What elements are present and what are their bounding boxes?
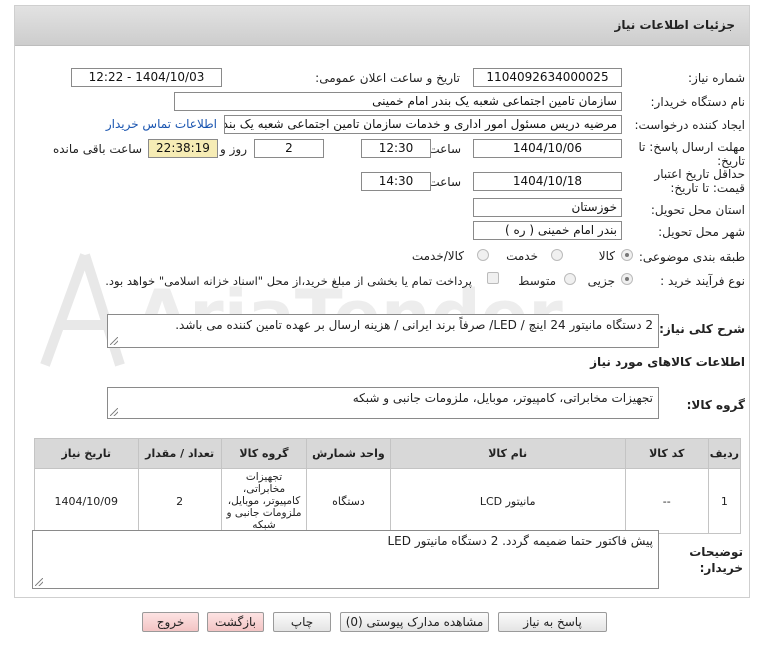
deadline-label-2: تاریخ: xyxy=(717,154,745,168)
col-qty-header: تعداد / مقدار xyxy=(137,438,222,469)
cell-unit: دستگاه xyxy=(306,468,391,534)
buyer-label: نام دستگاه خریدار: xyxy=(650,95,746,109)
col-unit-header: واحد شمارش xyxy=(306,438,391,469)
category-goods-service-label: کالا/خدمت xyxy=(411,249,464,263)
remaining-time-field: 22:38:19 xyxy=(148,139,218,158)
description-textarea[interactable]: 2 دستگاه مانیتور 24 اینچ / LED/ صرفاً بر… xyxy=(107,314,659,348)
cell-code: -- xyxy=(624,468,709,534)
announce-label: تاریخ و ساعت اعلان عمومی: xyxy=(315,71,460,85)
deadline-date-field: 1404/10/06 xyxy=(473,139,622,158)
category-goods-label: کالا xyxy=(598,249,615,263)
validity-label-2: قیمت: تا تاریخ: xyxy=(670,181,745,195)
col-group-header: گروه کالا xyxy=(220,438,308,469)
attachments-button[interactable]: مشاهده مدارک پیوستی (0) xyxy=(340,612,489,632)
goods-group-text: تجهیزات مخابراتی، کامپیوتر، موبایل، ملزو… xyxy=(352,391,653,405)
need-number-field: 1104092634000025 xyxy=(473,68,622,87)
table-row: 1 -- مانیتور LCD دستگاه تجهیزات مخابراتی… xyxy=(34,468,742,534)
goods-group-label: گروه کالا: xyxy=(686,398,745,412)
need-number-label: شماره نیاز: xyxy=(688,71,745,85)
buyer-field: سازمان تامین اجتماعی شعبه یک بندر امام خ… xyxy=(174,92,622,111)
announce-field: 1404/10/03 - 12:22 xyxy=(71,68,222,87)
process-minor-radio[interactable] xyxy=(621,273,633,285)
goods-section-title: اطلاعات کالاهای مورد نیاز xyxy=(590,355,745,369)
cell-date: 1404/10/09 xyxy=(34,468,139,534)
process-minor-label: جزیی xyxy=(587,274,615,288)
notes-label: توضیحات xyxy=(689,545,743,559)
category-service-label: خدمت xyxy=(506,249,538,263)
exit-button[interactable]: خروج xyxy=(142,612,199,632)
description-label: شرح کلی نیاز: xyxy=(659,322,745,336)
deadline-label: مهلت ارسال پاسخ: تا xyxy=(638,140,745,154)
resize-grip-icon[interactable] xyxy=(35,578,43,586)
goods-group-textarea[interactable]: تجهیزات مخابراتی، کامپیوتر، موبایل، ملزو… xyxy=(107,387,659,419)
category-goods-radio[interactable] xyxy=(621,249,633,261)
col-date-header: تاریخ نیاز xyxy=(34,438,139,469)
resize-grip-icon[interactable] xyxy=(110,337,118,345)
cell-group: تجهیزات مخابراتی، کامپیوتر، موبایل، ملزو… xyxy=(220,468,308,534)
category-label: طبقه بندی موضوعی: xyxy=(638,250,745,264)
validity-date-field: 1404/10/18 xyxy=(473,172,622,191)
province-label: استان محل تحویل: xyxy=(650,203,745,217)
panel-header: جزئیات اطلاعات نیاز xyxy=(15,6,749,46)
treasury-payment-checkbox[interactable] xyxy=(487,272,499,284)
buyer-contact-link[interactable]: اطلاعات تماس خریدار xyxy=(106,117,217,131)
city-field: بندر امام خمینی ( ره ) xyxy=(473,221,622,240)
remaining-label: ساعت باقی مانده xyxy=(52,142,142,156)
validity-time-field: 14:30 xyxy=(361,172,431,191)
category-service-radio[interactable] xyxy=(551,249,563,261)
category-goods-service-radio[interactable] xyxy=(477,249,489,261)
table-header-row: ردیف کد کالا نام کالا واحد شمارش گروه کا… xyxy=(34,438,742,469)
notes-text: پیش فاکتور حتما ضمیمه گردد. 2 دستگاه مان… xyxy=(387,534,654,548)
col-row-header: ردیف xyxy=(707,438,742,469)
treasury-payment-note: پرداخت تمام یا بخشی از مبلغ خرید،از محل … xyxy=(105,274,472,288)
print-button[interactable]: چاپ xyxy=(273,612,331,632)
notes-textarea[interactable]: پیش فاکتور حتما ضمیمه گردد. 2 دستگاه مان… xyxy=(32,530,659,589)
validity-time-label: ساعت xyxy=(428,175,461,189)
province-field: خوزستان xyxy=(473,198,622,217)
validity-label: حداقل تاریخ اعتبار xyxy=(654,167,745,181)
col-code-header: کد کالا xyxy=(624,438,709,469)
process-medium-radio[interactable] xyxy=(564,273,576,285)
col-name-header: نام کالا xyxy=(389,438,626,469)
days-field: 2 xyxy=(254,139,324,158)
process-medium-label: متوسط xyxy=(518,274,556,288)
process-label: نوع فرآیند خرید : xyxy=(660,274,745,288)
deadline-time-label: ساعت xyxy=(428,142,461,156)
description-text: 2 دستگاه مانیتور 24 اینچ / LED/ صرفاً بر… xyxy=(175,318,653,332)
panel-title: جزئیات اطلاعات نیاز xyxy=(614,18,735,32)
items-table: ردیف کد کالا نام کالا واحد شمارش گروه کا… xyxy=(34,438,742,534)
reply-button[interactable]: پاسخ به نیاز xyxy=(498,612,607,632)
days-label: روز و xyxy=(220,142,247,156)
deadline-time-field: 12:30 xyxy=(361,139,431,158)
creator-field: مرضیه دریس مسئول امور اداری و خدمات سازم… xyxy=(224,115,622,134)
notes-label-2: خریدار: xyxy=(699,561,743,575)
city-label: شهر محل تحویل: xyxy=(658,225,745,239)
resize-grip-icon[interactable] xyxy=(110,408,118,416)
cell-row: 1 xyxy=(707,468,742,534)
back-button[interactable]: بازگشت xyxy=(207,612,264,632)
cell-name: مانیتور LCD xyxy=(389,468,626,534)
creator-label: ایجاد کننده درخواست: xyxy=(634,118,745,132)
cell-qty: 2 xyxy=(137,468,222,534)
